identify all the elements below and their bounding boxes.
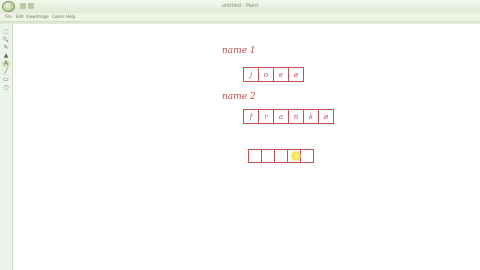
menu-edit[interactable]: Edit xyxy=(16,14,24,20)
array-cell: o xyxy=(258,67,274,82)
menu-help[interactable]: Help xyxy=(66,14,75,20)
array-cell: ø xyxy=(288,67,304,82)
array-cell: k xyxy=(303,109,319,124)
menu-bar: File Edit View Image Colors Help xyxy=(0,13,480,22)
fill-icon[interactable]: ▲ xyxy=(2,53,10,59)
window-title: untitled - Paint xyxy=(221,3,259,9)
drawing-canvas[interactable] xyxy=(13,24,480,270)
array-cell: j xyxy=(243,67,259,82)
array-cell xyxy=(261,149,275,163)
eraser-icon[interactable]: ▭ xyxy=(2,77,10,83)
menu-colors[interactable]: Colors xyxy=(52,14,65,20)
name2-array: frankø xyxy=(243,109,334,124)
name1-array: joeø xyxy=(243,67,304,82)
shape-icon[interactable]: ○ xyxy=(2,85,10,91)
array-cell: n xyxy=(288,109,304,124)
array-cell: a xyxy=(273,109,289,124)
name1-label: name 1 xyxy=(222,46,256,56)
menu-image[interactable]: Image xyxy=(36,14,49,20)
menu-view[interactable]: View xyxy=(26,14,36,20)
text-icon[interactable]: A xyxy=(2,61,10,67)
zoom-icon[interactable]: 🔍 xyxy=(2,37,10,43)
pencil-icon[interactable]: ✎ xyxy=(2,45,10,51)
name2-label: name 2 xyxy=(222,92,256,102)
array-cell: r xyxy=(258,109,274,124)
array-cell: e xyxy=(273,67,289,82)
array-cell: f xyxy=(243,109,259,124)
array-cell xyxy=(274,149,288,163)
array-cell xyxy=(300,149,314,163)
brush-icon[interactable]: ╱ xyxy=(2,69,10,75)
title-bar: untitled - Paint xyxy=(0,0,480,14)
cursor-highlight xyxy=(291,151,301,161)
empty-array xyxy=(248,149,314,163)
menu-file[interactable]: File xyxy=(5,14,12,20)
array-cell: ø xyxy=(318,109,334,124)
toolbox: ⬚ 🔍 ✎ ▲ A ╱ ▭ ○ xyxy=(0,24,13,270)
array-cell xyxy=(248,149,262,163)
select-icon[interactable]: ⬚ xyxy=(2,29,10,35)
